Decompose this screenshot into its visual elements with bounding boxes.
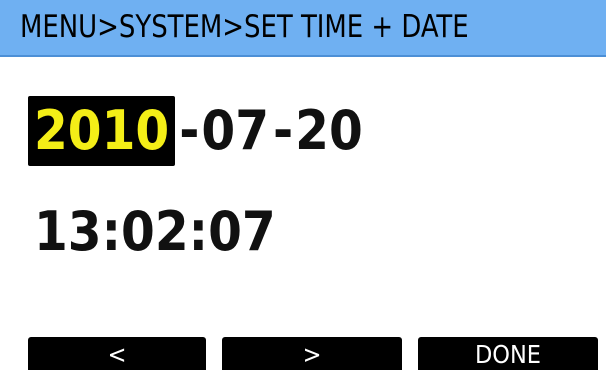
time-separator: : (101, 200, 122, 263)
date-separator: - (273, 99, 294, 162)
time-display: 13:02:07 (34, 197, 276, 267)
second-field[interactable]: 07 (208, 197, 276, 267)
hour-field[interactable]: 13 (34, 197, 102, 267)
set-time-date-screen: MENU>SYSTEM>SET TIME + DATE 2010 -07-20 1… (0, 0, 606, 370)
date-separator: - (179, 99, 200, 162)
previous-field-button[interactable]: < (28, 337, 206, 370)
done-button[interactable]: DONE (418, 337, 598, 370)
minute-field[interactable]: 02 (121, 197, 189, 267)
header-bar: MENU>SYSTEM>SET TIME + DATE (0, 0, 606, 57)
breadcrumb: MENU>SYSTEM>SET TIME + DATE (20, 9, 469, 45)
day-field[interactable]: 20 (295, 96, 363, 166)
next-field-button[interactable]: > (222, 337, 402, 370)
year-field[interactable]: 2010 (28, 96, 176, 166)
month-field[interactable]: 07 (201, 96, 269, 166)
time-separator: : (188, 200, 209, 263)
date-display: 2010 -07-20 (28, 96, 363, 166)
